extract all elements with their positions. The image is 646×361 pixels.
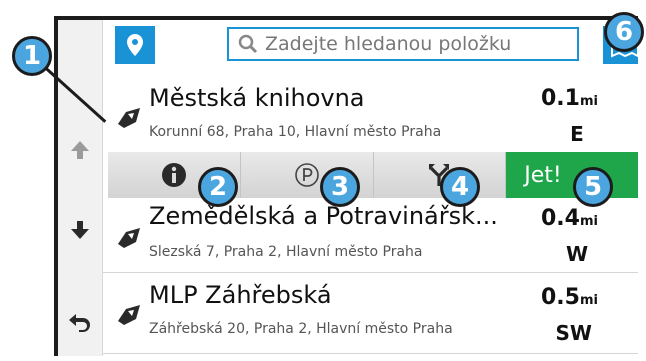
result-name: MLP Záhřebská (149, 281, 332, 309)
result-name: Zemědělská a Potravinářsk... (149, 202, 498, 230)
top-bar: Zadejte hledanou položku (103, 20, 638, 78)
result-address: Slezská 7, Praha 2, Hlavní město Praha (149, 244, 423, 260)
info-icon (161, 163, 186, 187)
poi-icon (118, 108, 140, 128)
action-bar: Jet! (108, 152, 638, 198)
distance-unit: mi (579, 293, 598, 308)
result-direction: SW (555, 321, 592, 345)
poi-icon (118, 228, 140, 248)
result-item[interactable]: Zemědělská a Potravinářsk... Slezská 7, … (103, 198, 638, 273)
down-arrow-icon (71, 221, 89, 239)
callout-1: 1 (12, 36, 52, 76)
result-direction: W (565, 242, 589, 266)
result-distance: 0.1mi (541, 86, 598, 111)
poi-icon (118, 305, 140, 325)
scroll-down-button[interactable] (58, 200, 102, 260)
distance-value: 0.4 (541, 206, 580, 231)
go-label: Jet! (524, 162, 562, 188)
distance-unit: mi (579, 94, 598, 109)
search-placeholder: Zadejte hledanou položku (265, 33, 512, 55)
result-distance: 0.5mi (541, 285, 598, 310)
result-item[interactable]: Městská knihovna Korunní 68, Praha 10, H… (103, 78, 638, 152)
location-pin-icon (127, 34, 143, 56)
result-item[interactable]: MLP Záhřebská Záhřebská 20, Praha 2, Hla… (103, 273, 638, 354)
search-input[interactable]: Zadejte hledanou položku (227, 27, 579, 61)
search-icon (238, 34, 258, 54)
result-name: Městská knihovna (149, 84, 365, 112)
scroll-up-button[interactable] (58, 120, 102, 180)
callout-4: 4 (440, 167, 480, 207)
back-button[interactable] (58, 292, 102, 352)
distance-unit: mi (579, 214, 598, 229)
distance-value: 0.1 (541, 86, 580, 111)
callout-6: 6 (604, 12, 644, 52)
distance-value: 0.5 (541, 285, 580, 310)
location-button[interactable] (115, 26, 155, 64)
callout-5: 5 (573, 167, 613, 207)
result-address: Záhřebská 20, Praha 2, Hlavní město Prah… (149, 321, 453, 337)
go-button[interactable]: Jet! (506, 152, 638, 198)
parking-icon (294, 163, 319, 187)
up-arrow-icon (71, 141, 89, 159)
side-nav (58, 20, 103, 356)
callout-3: 3 (320, 167, 360, 207)
back-icon (69, 314, 90, 332)
result-distance: 0.4mi (541, 206, 598, 231)
result-address: Korunní 68, Praha 10, Hlavní město Praha (149, 124, 442, 140)
result-direction: E (570, 122, 584, 146)
callout-2: 2 (198, 167, 238, 207)
